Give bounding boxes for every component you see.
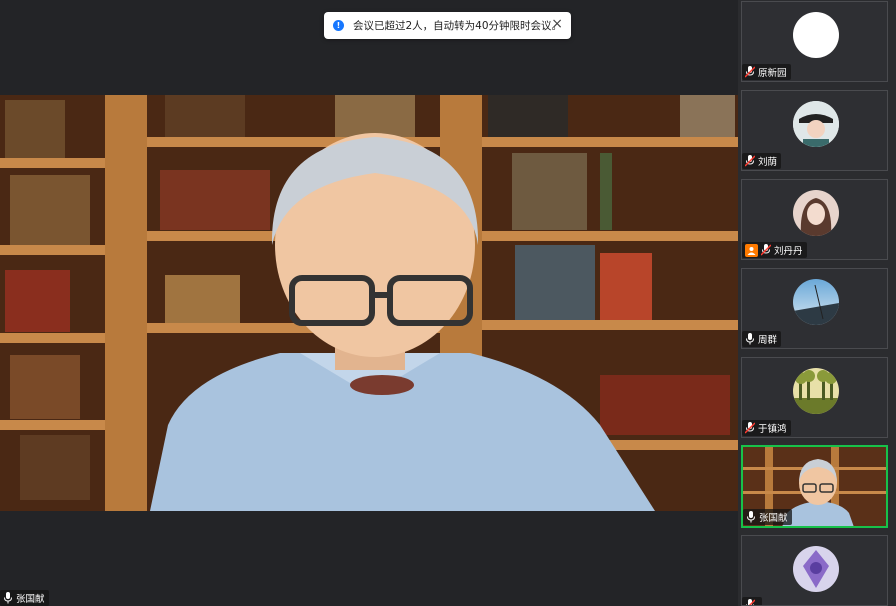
participant-name-tag: 刘荫 [742,153,782,169]
mic-muted-icon [761,244,771,256]
mic-on-icon [4,592,12,604]
participant-name: 原新园 [758,68,787,79]
participant-name: 刘丹丹 [774,246,803,257]
participant-tile[interactable]: 刘丹丹 [741,179,888,260]
participant-name: 于镇鸿 [758,424,787,435]
main-speaker-name-tag: 张国献 [0,590,49,606]
meeting-limit-toast: ! 会议已超过2人，自动转为40分钟限时会议。 × [324,12,571,39]
participant-name-tag: 于镇鸿 [742,420,791,436]
woman-photo-avatar [793,190,839,236]
main-stage: ! 会议已超过2人，自动转为40分钟限时会议。 × 张国献 [0,0,738,606]
participant-name-tag: 张国献 [743,509,792,525]
participant-name: 周群 [758,335,778,346]
mic-muted-icon [745,66,755,78]
participant-tile[interactable]: 刘荫 [741,90,888,171]
mic-on-icon [747,511,755,523]
trees-avatar [793,368,839,414]
participant-name-tag: 原新园 [742,64,791,80]
participant-name: 刘荫 [758,157,778,168]
white-circle-avatar [793,12,839,58]
mic-muted-icon [746,599,755,605]
close-icon[interactable]: × [551,16,563,32]
sidebar-scrollbar[interactable] [890,0,896,606]
purple-avatar [793,546,839,592]
participant-tile[interactable]: 周群 [741,268,888,349]
participant-tile-active[interactable]: 张国献 [741,445,888,528]
video-frame-bookshelf [0,95,738,511]
info-icon: ! [333,20,344,31]
participant-name-tag: 刘丹丹 [742,242,807,258]
mic-muted-icon [745,155,755,167]
participant-tile[interactable]: 原新园 [741,1,888,82]
participant-sidebar[interactable]: 原新园 刘荫 刘丹丹 周群 于镇鸿 张国献 [738,0,896,606]
mic-on-icon [746,333,754,345]
participant-tile[interactable] [741,535,888,606]
participant-tile[interactable]: 于镇鸿 [741,357,888,438]
main-speaker-name: 张国献 [16,594,45,605]
participant-name: 张国献 [759,513,788,524]
person-photo-avatar [793,101,839,147]
toast-message: 会议已超过2人，自动转为40分钟限时会议。 [353,20,563,32]
mic-muted-icon [745,422,755,434]
host-icon [745,243,758,257]
participant-name-tag: 周群 [742,331,782,347]
main-speaker-video[interactable] [0,95,738,511]
landscape-avatar [793,279,839,325]
participant-name-tag [742,597,762,605]
